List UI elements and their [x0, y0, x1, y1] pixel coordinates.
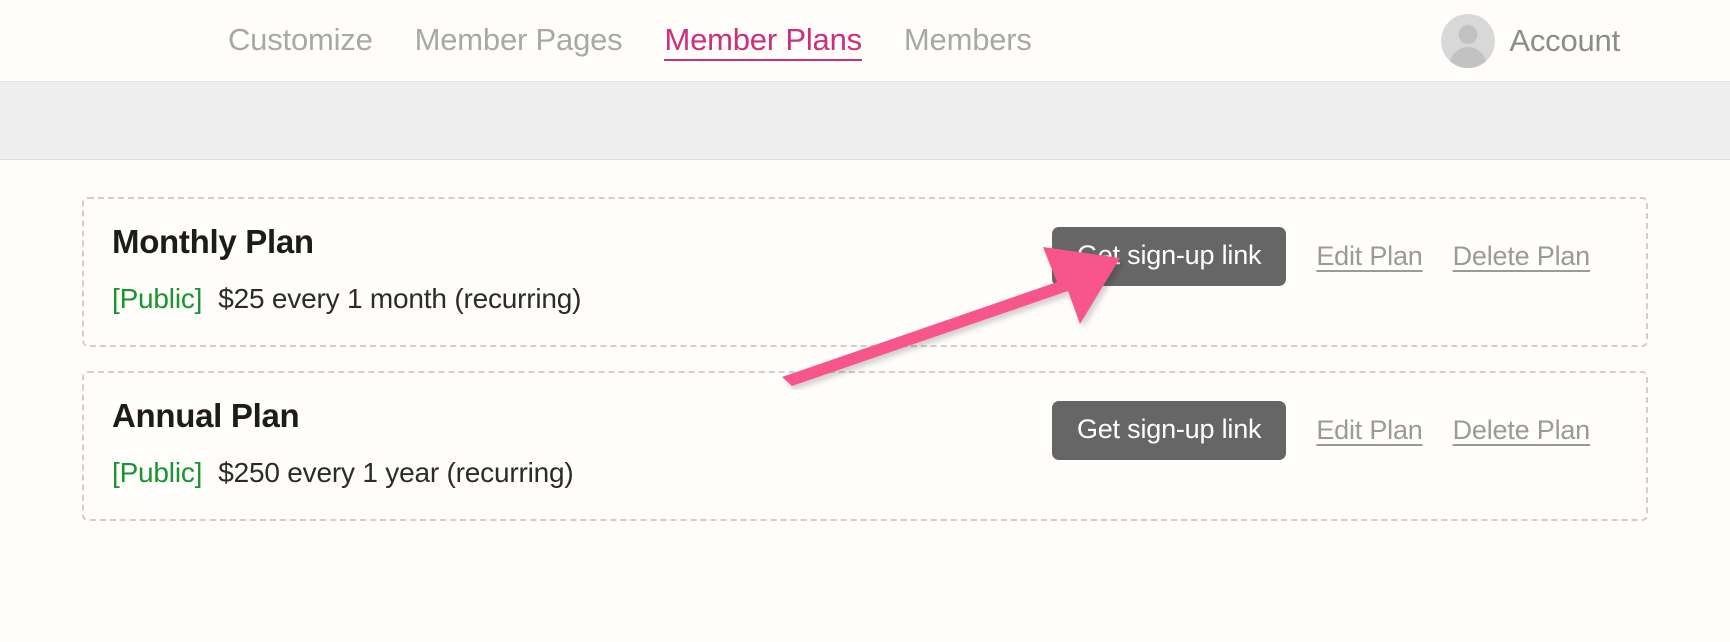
plan-actions: Get sign-up link Edit Plan Delete Plan	[1051, 395, 1618, 460]
plan-row: Annual Plan [Public] $250 every 1 year (r…	[112, 395, 1618, 489]
nav-tab-member-plans[interactable]: Member Plans	[664, 22, 862, 61]
nav-tab-members[interactable]: Members	[904, 22, 1032, 61]
plan-visibility-badge: [Public]	[112, 457, 203, 488]
nav-tab-customize[interactable]: Customize	[228, 22, 373, 61]
plan-pricing-text: $25 every 1 month (recurring)	[218, 283, 582, 314]
member-plans-list: Monthly Plan [Public] $25 every 1 month (…	[0, 160, 1730, 521]
nav-tab-member-pages[interactable]: Member Pages	[415, 22, 623, 61]
account-label: Account	[1509, 23, 1620, 58]
avatar-body-shape	[1449, 47, 1487, 68]
plan-row: Monthly Plan [Public] $25 every 1 month (…	[112, 221, 1618, 315]
plan-card-monthly: Monthly Plan [Public] $25 every 1 month (…	[82, 197, 1648, 347]
plan-meta: [Public] $25 every 1 month (recurring)	[112, 283, 581, 315]
avatar-head-shape	[1458, 25, 1478, 44]
plan-title: Annual Plan	[112, 397, 300, 434]
plan-actions: Get sign-up link Edit Plan Delete Plan	[1051, 221, 1618, 286]
edit-plan-link[interactable]: Edit Plan	[1316, 241, 1422, 272]
plan-title: Monthly Plan	[112, 223, 314, 260]
plan-pricing-text: $250 every 1 year (recurring)	[218, 457, 574, 488]
plan-info: Annual Plan [Public] $250 every 1 year (r…	[112, 395, 574, 489]
get-signup-link-button[interactable]: Get sign-up link	[1051, 227, 1287, 286]
delete-plan-link[interactable]: Delete Plan	[1453, 415, 1591, 446]
edit-plan-link[interactable]: Edit Plan	[1316, 415, 1422, 446]
plan-visibility-badge: [Public]	[112, 283, 203, 314]
account-menu[interactable]: Account	[1441, 0, 1620, 82]
top-navigation-bar: Customize Member Pages Member Plans Memb…	[0, 0, 1730, 82]
secondary-toolbar	[0, 82, 1730, 160]
plan-meta: [Public] $250 every 1 year (recurring)	[112, 457, 574, 489]
plan-card-annual: Annual Plan [Public] $250 every 1 year (r…	[82, 371, 1648, 521]
delete-plan-link[interactable]: Delete Plan	[1453, 241, 1591, 272]
get-signup-link-button[interactable]: Get sign-up link	[1051, 401, 1287, 460]
user-avatar-icon	[1441, 14, 1496, 68]
plan-info: Monthly Plan [Public] $25 every 1 month (…	[112, 221, 581, 315]
nav-tab-list: Customize Member Pages Member Plans Memb…	[228, 0, 1032, 82]
